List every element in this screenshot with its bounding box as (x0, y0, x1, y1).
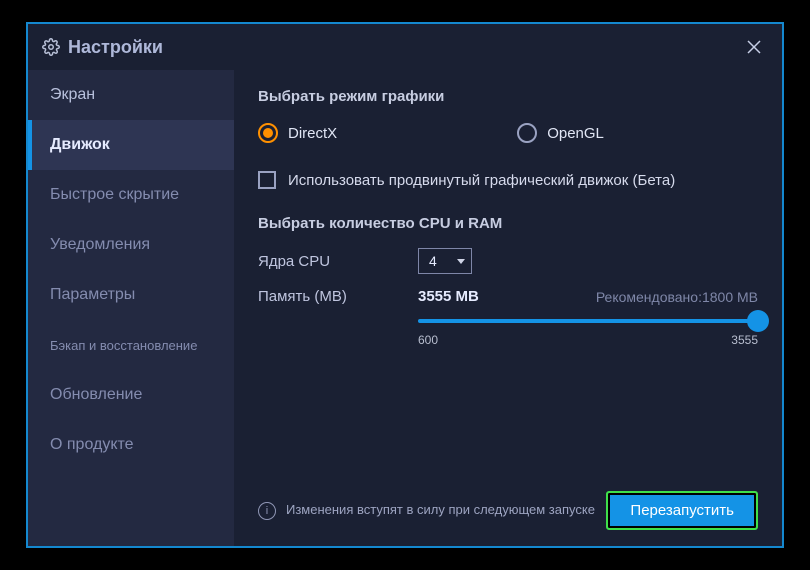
sidebar-item-label: Уведомления (50, 236, 150, 254)
sidebar-item-parameters[interactable]: Параметры (28, 270, 234, 320)
sidebar: Экран Движок Быстрое скрытие Уведомления… (28, 70, 234, 546)
cpu-cores-row: Ядра CPU 4 (258, 248, 758, 274)
cpu-cores-label: Ядра CPU (258, 253, 418, 270)
footer: i Изменения вступят в силу при следующем… (258, 491, 758, 530)
graphics-mode-title: Выбрать режим графики (258, 88, 758, 105)
radio-label: OpenGL (547, 125, 604, 142)
sidebar-item-label: Быстрое скрытие (50, 186, 179, 204)
sidebar-item-notifications[interactable]: Уведомления (28, 220, 234, 270)
memory-recommended: Рекомендовано:1800 MB (596, 289, 758, 305)
checkbox-icon (258, 171, 276, 189)
graphics-mode-radios: DirectX OpenGL (258, 123, 758, 143)
info-text: Изменения вступят в силу при следующем з… (286, 502, 595, 519)
window-title: Настройки (68, 37, 163, 58)
sidebar-item-label: Бэкап и восстановление (50, 338, 197, 353)
radio-directx[interactable]: DirectX (258, 123, 337, 143)
memory-label: Память (MB) (258, 288, 418, 305)
sidebar-item-quickhide[interactable]: Быстрое скрытие (28, 170, 234, 220)
slider-track (418, 319, 758, 323)
slider-min: 600 (418, 333, 438, 347)
select-value: 4 (429, 253, 437, 269)
slider-thumb[interactable] (747, 310, 769, 332)
memory-row: Память (MB) 3555 MB Рекомендовано:1800 M… (258, 288, 758, 305)
slider-limits: 600 3555 (418, 333, 758, 347)
sidebar-item-label: Обновление (50, 386, 142, 404)
radio-label: DirectX (288, 125, 337, 142)
cpu-cores-select[interactable]: 4 (418, 248, 472, 274)
memory-value: 3555 MB (418, 288, 479, 305)
sidebar-item-update[interactable]: Обновление (28, 370, 234, 420)
checkbox-label: Использовать продвинутый графический дви… (288, 172, 675, 189)
sidebar-item-label: Экран (50, 86, 95, 104)
main-panel: Выбрать режим графики DirectX OpenGL Исп… (234, 70, 782, 546)
sidebar-item-label: Параметры (50, 286, 135, 304)
sidebar-item-about[interactable]: О продукте (28, 420, 234, 470)
sidebar-item-engine[interactable]: Движок (28, 120, 234, 170)
slider-max: 3555 (731, 333, 758, 347)
radio-opengl[interactable]: OpenGL (517, 123, 604, 143)
memory-slider[interactable]: 600 3555 (418, 319, 758, 347)
radio-circle-icon (517, 123, 537, 143)
info-icon: i (258, 502, 276, 520)
close-icon[interactable] (740, 33, 768, 61)
sidebar-item-screen[interactable]: Экран (28, 70, 234, 120)
titlebar: Настройки (28, 24, 782, 70)
radio-circle-icon (258, 123, 278, 143)
chevron-down-icon (457, 259, 465, 264)
checkbox-advanced-engine[interactable]: Использовать продвинутый графический дви… (258, 171, 758, 189)
sidebar-item-label: О продукте (50, 436, 134, 454)
sidebar-item-label: Движок (50, 136, 110, 154)
cpu-ram-title: Выбрать количество CPU и RAM (258, 215, 758, 232)
restart-button[interactable]: Перезапустить (606, 491, 758, 530)
sidebar-item-backup[interactable]: Бэкап и восстановление (28, 320, 234, 370)
settings-window: Настройки Экран Движок Быстрое скрытие У… (26, 22, 784, 548)
gear-icon (42, 38, 60, 56)
